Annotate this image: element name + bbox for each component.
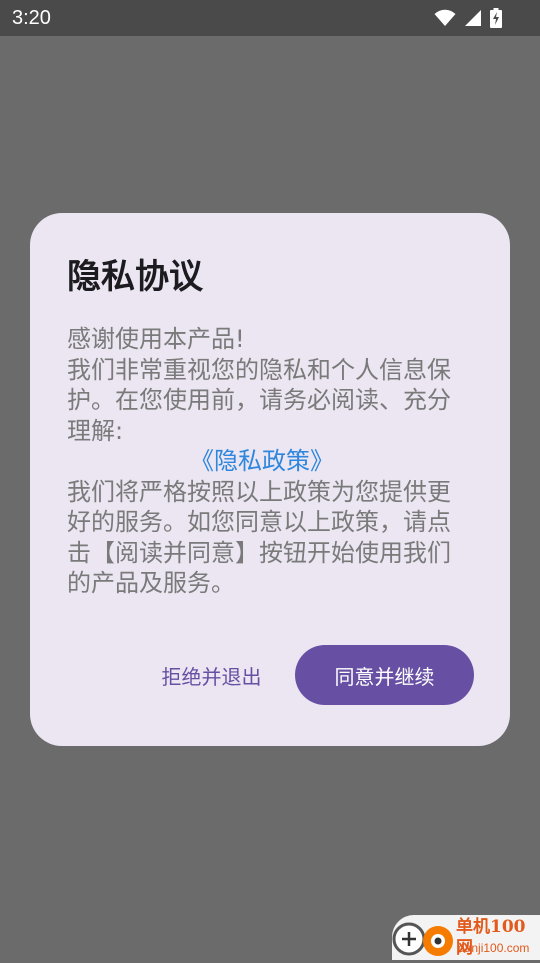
watermark-logo-icon	[392, 917, 454, 963]
battery-charging-icon	[490, 8, 502, 28]
watermark-site-url: danji100.com	[458, 941, 530, 955]
site-watermark: 单机100网 danji100.com	[392, 915, 540, 960]
privacy-policy-link[interactable]: 《隐私政策》	[67, 446, 457, 477]
privacy-consent-paragraph: 我们将严格按照以上政策为您提供更好的服务。如您同意以上政策，请点击【阅读并同意】…	[67, 477, 451, 598]
status-time: 3:20	[12, 7, 51, 29]
dialog-title: 隐私协议	[67, 257, 203, 297]
privacy-dialog: 隐私协议 感谢使用本产品! 我们非常重视您的隐私和个人信息保护。在您使用前，请务…	[30, 213, 510, 746]
agree-continue-button[interactable]: 同意并继续	[295, 645, 474, 705]
status-bar: 3:20	[0, 0, 540, 36]
thanks-line: 感谢使用本产品!	[67, 325, 245, 353]
wifi-icon	[434, 9, 456, 27]
privacy-intro-paragraph: 我们非常重视您的隐私和个人信息保护。在您使用前，请务必阅读、充分理解:	[67, 355, 451, 445]
cellular-signal-icon	[464, 9, 482, 27]
reject-exit-button[interactable]: 拒绝并退出	[150, 645, 273, 705]
status-icons	[434, 8, 502, 28]
dialog-body: 感谢使用本产品! 我们非常重视您的隐私和个人信息保护。在您使用前，请务必阅读、充…	[67, 324, 457, 599]
